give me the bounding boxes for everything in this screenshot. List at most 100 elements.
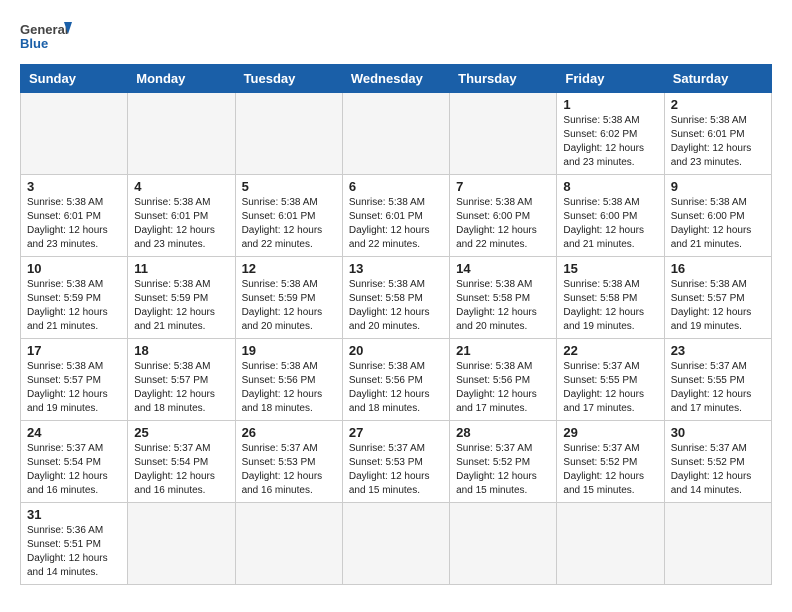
calendar-cell: 28Sunrise: 5:37 AMSunset: 5:52 PMDayligh… — [450, 421, 557, 503]
day-info: Sunrise: 5:37 AMSunset: 5:53 PMDaylight:… — [349, 442, 443, 498]
calendar-cell: 15Sunrise: 5:38 AMSunset: 5:58 PMDayligh… — [557, 257, 664, 339]
calendar-cell: 29Sunrise: 5:37 AMSunset: 5:52 PMDayligh… — [557, 421, 664, 503]
day-number: 19 — [242, 343, 336, 358]
day-info: Sunrise: 5:37 AMSunset: 5:54 PMDaylight:… — [27, 442, 121, 498]
calendar-cell: 9 Sunrise: 5:38 AMSunset: 6:00 PMDaylight… — [664, 175, 771, 257]
day-info: Sunrise: 5:38 AMSunset: 6:01 PMDaylight:… — [27, 196, 121, 252]
day-info: Sunrise: 5:38 AMSunset: 5:58 PMDaylight:… — [563, 278, 657, 334]
day-info: Sunrise: 5:38 AMSunset: 6:02 PMDaylight:… — [563, 114, 657, 170]
calendar-cell: 27 Sunrise: 5:37 AMSunset: 5:53 PMDayligh… — [342, 421, 449, 503]
day-number: 25 — [134, 425, 228, 440]
day-info: Sunrise: 5:37 AMSunset: 5:55 PMDaylight:… — [563, 360, 657, 416]
calendar-cell — [450, 503, 557, 585]
calendar-cell: 12Sunrise: 5:38 AMSunset: 5:59 PMDayligh… — [235, 257, 342, 339]
calendar-cell — [21, 93, 128, 175]
day-info: Sunrise: 5:38 AMSunset: 5:57 PMDaylight:… — [134, 360, 228, 416]
day-info: Sunrise: 5:38 AMSunset: 6:01 PMDaylight:… — [671, 114, 765, 170]
day-info: Sunrise: 5:38 AMSunset: 5:59 PMDaylight:… — [27, 278, 121, 334]
day-number: 27 — [349, 425, 443, 440]
day-number: 8 — [563, 179, 657, 194]
day-number: 6 — [349, 179, 443, 194]
calendar-cell: 19Sunrise: 5:38 AMSunset: 5:56 PMDayligh… — [235, 339, 342, 421]
calendar-cell: 5 Sunrise: 5:38 AMSunset: 6:01 PMDaylight… — [235, 175, 342, 257]
day-number: 11 — [134, 261, 228, 276]
calendar-week-row: 24 Sunrise: 5:37 AMSunset: 5:54 PMDayligh… — [21, 421, 772, 503]
calendar-cell: 18 Sunrise: 5:38 AMSunset: 5:57 PMDayligh… — [128, 339, 235, 421]
weekday-header-monday: Monday — [128, 65, 235, 93]
calendar-cell — [664, 503, 771, 585]
calendar-cell: 4 Sunrise: 5:38 AMSunset: 6:01 PMDaylight… — [128, 175, 235, 257]
day-info: Sunrise: 5:36 AMSunset: 5:51 PMDaylight:… — [27, 524, 121, 580]
day-number: 1 — [563, 97, 657, 112]
day-info: Sunrise: 5:38 AMSunset: 5:59 PMDaylight:… — [242, 278, 336, 334]
calendar-week-row: 3 Sunrise: 5:38 AMSunset: 6:01 PMDaylight… — [21, 175, 772, 257]
weekday-header-friday: Friday — [557, 65, 664, 93]
calendar-cell: 14Sunrise: 5:38 AMSunset: 5:58 PMDayligh… — [450, 257, 557, 339]
generalblue-logo-icon: General Blue — [20, 20, 72, 56]
calendar-cell: 24 Sunrise: 5:37 AMSunset: 5:54 PMDayligh… — [21, 421, 128, 503]
day-info: Sunrise: 5:38 AMSunset: 5:58 PMDaylight:… — [456, 278, 550, 334]
day-number: 5 — [242, 179, 336, 194]
calendar-cell: 10 Sunrise: 5:38 AMSunset: 5:59 PMDayligh… — [21, 257, 128, 339]
page: General Blue SundayMondayTuesdayWednesda… — [0, 0, 792, 595]
calendar-cell: 6 Sunrise: 5:38 AMSunset: 6:01 PMDaylight… — [342, 175, 449, 257]
calendar-cell: 25Sunrise: 5:37 AMSunset: 5:54 PMDayligh… — [128, 421, 235, 503]
calendar-cell — [557, 503, 664, 585]
day-number: 31 — [27, 507, 121, 522]
calendar-cell: 17 Sunrise: 5:38 AMSunset: 5:57 PMDayligh… — [21, 339, 128, 421]
day-info: Sunrise: 5:38 AMSunset: 5:57 PMDaylight:… — [27, 360, 121, 416]
calendar-cell — [342, 93, 449, 175]
day-number: 17 — [27, 343, 121, 358]
calendar-cell: 21 Sunrise: 5:38 AMSunset: 5:56 PMDayligh… — [450, 339, 557, 421]
calendar-cell: 1 Sunrise: 5:38 AMSunset: 6:02 PMDaylight… — [557, 93, 664, 175]
day-info: Sunrise: 5:38 AMSunset: 6:00 PMDaylight:… — [563, 196, 657, 252]
day-info: Sunrise: 5:38 AMSunset: 6:01 PMDaylight:… — [134, 196, 228, 252]
day-number: 24 — [27, 425, 121, 440]
day-info: Sunrise: 5:38 AMSunset: 5:56 PMDaylight:… — [456, 360, 550, 416]
calendar-cell — [128, 93, 235, 175]
calendar-week-row: 17 Sunrise: 5:38 AMSunset: 5:57 PMDayligh… — [21, 339, 772, 421]
calendar-cell: 2 Sunrise: 5:38 AMSunset: 6:01 PMDaylight… — [664, 93, 771, 175]
calendar-cell: 13 Sunrise: 5:38 AMSunset: 5:58 PMDayligh… — [342, 257, 449, 339]
calendar-table: SundayMondayTuesdayWednesdayThursdayFrid… — [20, 64, 772, 585]
svg-text:Blue: Blue — [20, 36, 48, 51]
day-info: Sunrise: 5:38 AMSunset: 5:56 PMDaylight:… — [349, 360, 443, 416]
calendar-cell: 31 Sunrise: 5:36 AMSunset: 5:51 PMDayligh… — [21, 503, 128, 585]
calendar-cell — [235, 503, 342, 585]
day-number: 3 — [27, 179, 121, 194]
calendar-cell: 8 Sunrise: 5:38 AMSunset: 6:00 PMDaylight… — [557, 175, 664, 257]
svg-text:General: General — [20, 22, 68, 37]
day-info: Sunrise: 5:38 AMSunset: 5:58 PMDaylight:… — [349, 278, 443, 334]
day-number: 26 — [242, 425, 336, 440]
calendar-week-row: 1 Sunrise: 5:38 AMSunset: 6:02 PMDaylight… — [21, 93, 772, 175]
day-info: Sunrise: 5:38 AMSunset: 6:00 PMDaylight:… — [671, 196, 765, 252]
calendar-cell: 30Sunrise: 5:37 AMSunset: 5:52 PMDayligh… — [664, 421, 771, 503]
day-info: Sunrise: 5:37 AMSunset: 5:55 PMDaylight:… — [671, 360, 765, 416]
day-number: 30 — [671, 425, 765, 440]
day-info: Sunrise: 5:37 AMSunset: 5:53 PMDaylight:… — [242, 442, 336, 498]
calendar-cell — [128, 503, 235, 585]
day-info: Sunrise: 5:38 AMSunset: 6:01 PMDaylight:… — [242, 196, 336, 252]
day-number: 21 — [456, 343, 550, 358]
calendar-header-row: SundayMondayTuesdayWednesdayThursdayFrid… — [21, 65, 772, 93]
day-number: 4 — [134, 179, 228, 194]
calendar-cell: 23 Sunrise: 5:37 AMSunset: 5:55 PMDayligh… — [664, 339, 771, 421]
calendar-cell — [342, 503, 449, 585]
calendar-cell: 22Sunrise: 5:37 AMSunset: 5:55 PMDayligh… — [557, 339, 664, 421]
day-info: Sunrise: 5:37 AMSunset: 5:52 PMDaylight:… — [563, 442, 657, 498]
calendar-cell: 26 Sunrise: 5:37 AMSunset: 5:53 PMDayligh… — [235, 421, 342, 503]
calendar-cell: 3 Sunrise: 5:38 AMSunset: 6:01 PMDaylight… — [21, 175, 128, 257]
calendar-cell — [450, 93, 557, 175]
day-number: 9 — [671, 179, 765, 194]
day-number: 23 — [671, 343, 765, 358]
day-number: 16 — [671, 261, 765, 276]
weekday-header-tuesday: Tuesday — [235, 65, 342, 93]
day-info: Sunrise: 5:38 AMSunset: 6:01 PMDaylight:… — [349, 196, 443, 252]
day-number: 2 — [671, 97, 765, 112]
day-number: 18 — [134, 343, 228, 358]
day-info: Sunrise: 5:37 AMSunset: 5:52 PMDaylight:… — [456, 442, 550, 498]
day-number: 13 — [349, 261, 443, 276]
calendar-week-row: 31 Sunrise: 5:36 AMSunset: 5:51 PMDayligh… — [21, 503, 772, 585]
day-number: 10 — [27, 261, 121, 276]
weekday-header-wednesday: Wednesday — [342, 65, 449, 93]
